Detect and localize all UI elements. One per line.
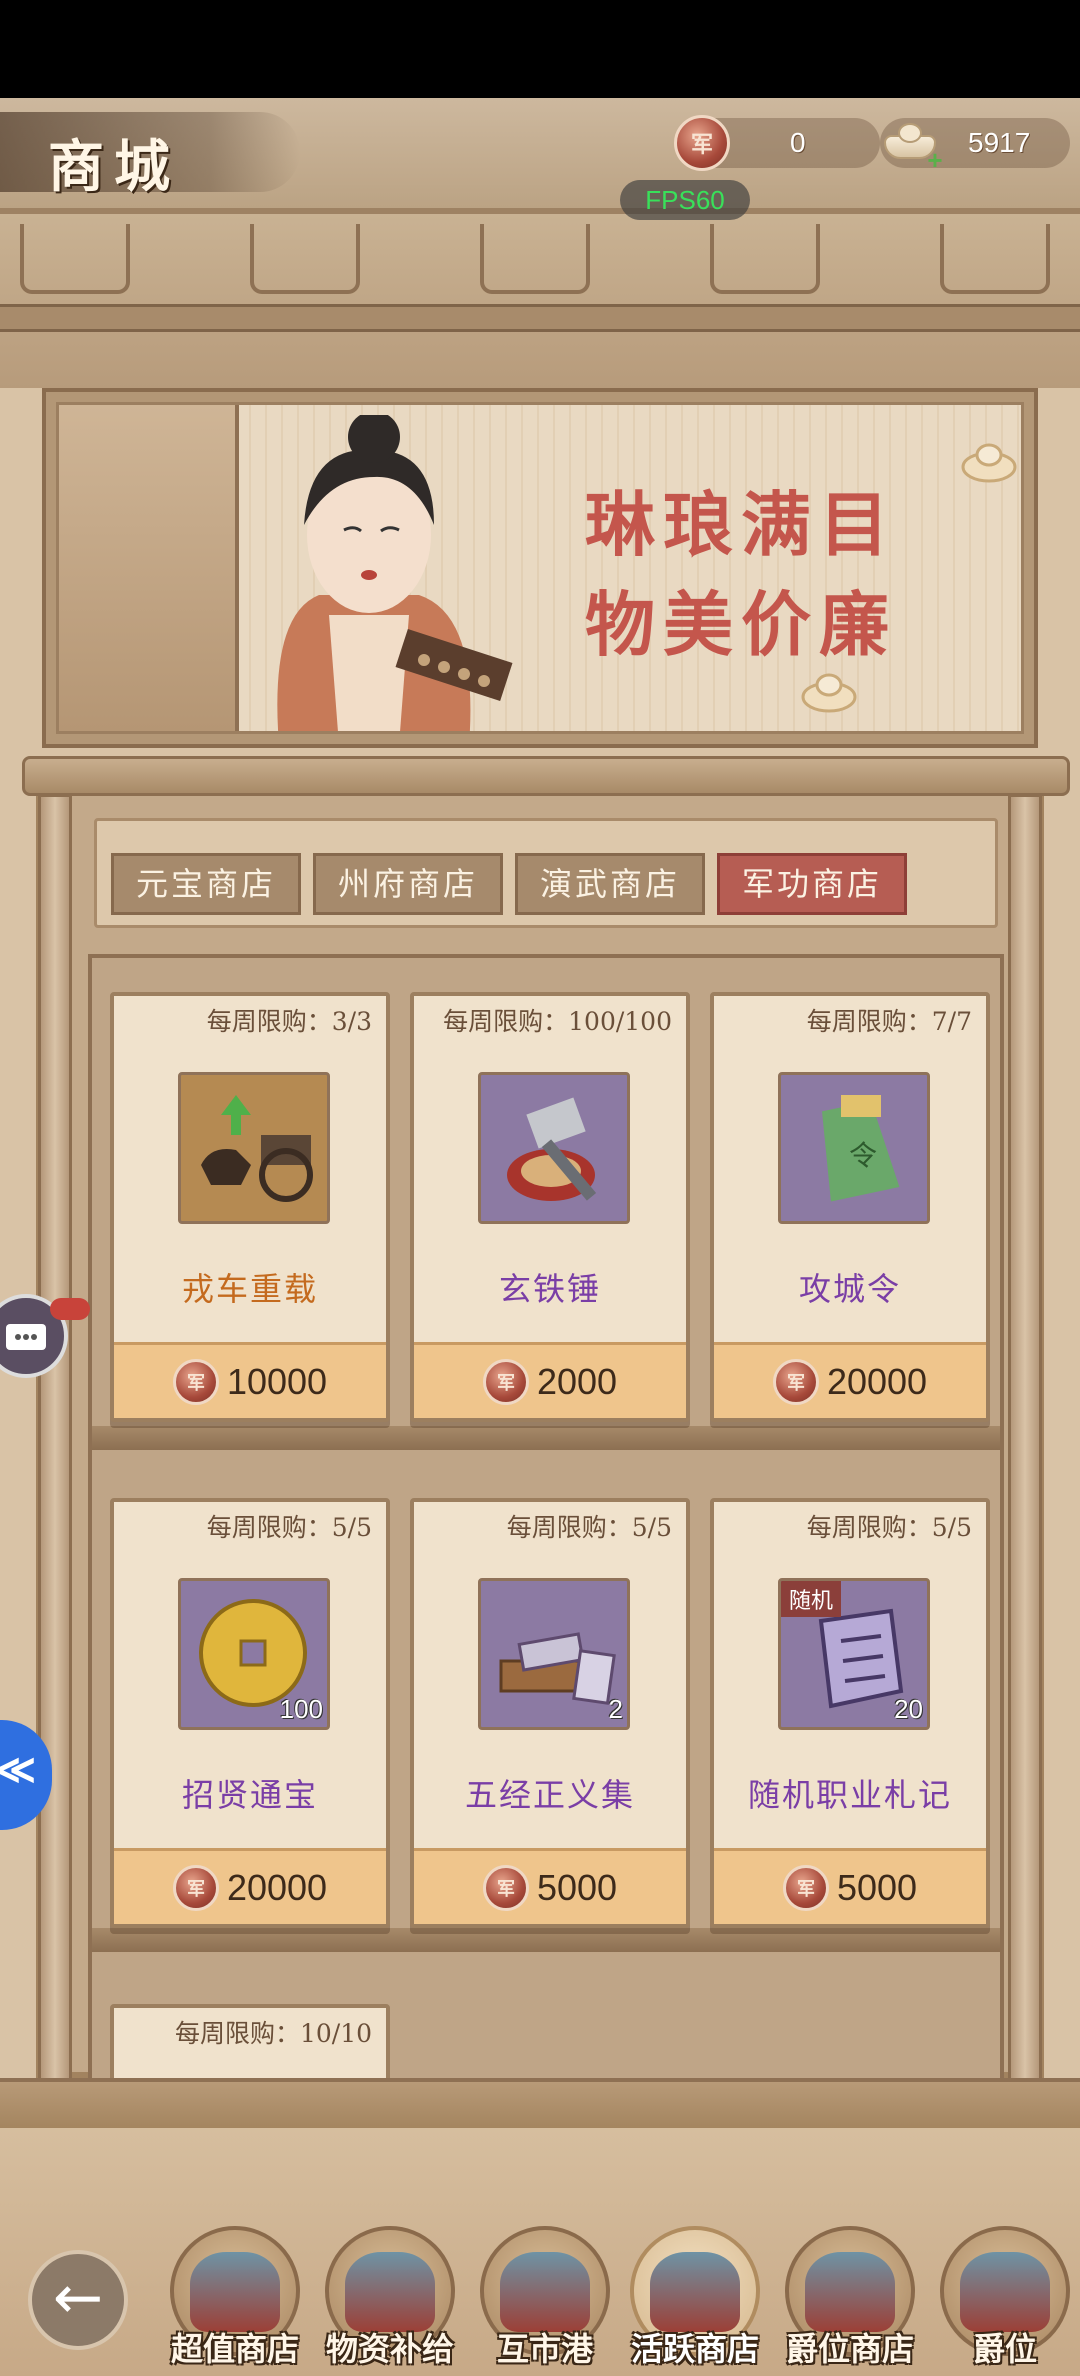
nav-supplies[interactable]: 物资补给 xyxy=(315,2226,465,2376)
weekly-limit: 每周限购：5/5 xyxy=(506,1513,672,1542)
shop-item-card[interactable]: 每周限购：10/10 xyxy=(110,2004,390,2080)
item-name: 招贤通宝 xyxy=(181,1776,318,1814)
nav-rank[interactable]: 爵位 xyxy=(930,2226,1080,2376)
item-name: 戎车重载 xyxy=(181,1270,318,1308)
title-plate: 商城 xyxy=(0,112,300,200)
random-tag: 随机 xyxy=(781,1581,842,1617)
item-quantity: 2 xyxy=(608,1694,623,1724)
item-price-button[interactable]: 军 2000 xyxy=(414,1342,686,1418)
weekly-limit: 每周限购：5/5 xyxy=(206,1513,372,1542)
item-quantity: 20 xyxy=(894,1694,923,1724)
tab-military-merit-shop[interactable]: 军功商店 xyxy=(717,853,907,915)
merit-currency[interactable]: 军 0 xyxy=(674,115,880,171)
item-quantity: 100 xyxy=(279,1694,323,1724)
header: 商城 军 0 + 5917 xyxy=(0,98,1080,208)
item-price: 20000 xyxy=(826,1360,928,1402)
nav-value-shop[interactable]: 超值商店 xyxy=(160,2226,310,2376)
shop-bag-icon xyxy=(650,2252,740,2332)
weekly-limit: 每周限购：5/5 xyxy=(806,1513,972,1542)
shop-item-card[interactable]: 每周限购：7/7 令 攻城令 军 20000 xyxy=(710,992,990,1422)
item-price-button[interactable]: 军 20000 xyxy=(714,1342,986,1418)
item-name: 攻城令 xyxy=(798,1270,901,1308)
svg-text:令: 令 xyxy=(849,1139,877,1172)
chariot-icon xyxy=(178,1072,330,1224)
shop-item-card[interactable]: 每周限购：5/5 100 招贤通宝 军 20000 xyxy=(110,1498,390,1928)
merit-coin-icon: 军 xyxy=(172,1864,219,1911)
merit-coin-icon: 军 xyxy=(772,1358,819,1405)
merchant-lady-illustration xyxy=(277,415,513,731)
merit-coin-icon: 军 xyxy=(782,1864,829,1911)
item-name: 随机职业札记 xyxy=(747,1776,952,1814)
back-button[interactable]: ← xyxy=(28,2250,128,2350)
item-grid[interactable]: 每周限购：3/3 戎车重载 军 10000 每周限购：100/100 玄铁锤 军… xyxy=(88,954,1004,2084)
shop-item-card[interactable]: 每周限购：100/100 玄铁锤 军 2000 xyxy=(410,992,690,1422)
ingot-decoration-icon xyxy=(801,673,857,713)
merit-coin-icon: 军 xyxy=(482,1864,529,1911)
siege-token-icon: 令 xyxy=(778,1072,930,1224)
status-bar xyxy=(0,0,1080,98)
item-price: 5000 xyxy=(536,1866,618,1908)
ingot-add-icon[interactable]: + xyxy=(880,121,943,173)
hammer-icon xyxy=(478,1072,630,1224)
ingot-currency[interactable]: + 5917 xyxy=(880,118,1070,173)
coin-icon: 100 xyxy=(178,1578,330,1730)
merit-currency-value: 0 xyxy=(790,127,806,158)
shop-item-card[interactable]: 每周限购：5/5 2 五经正义集 军 5000 xyxy=(410,1498,690,1928)
item-price-button[interactable]: 军 10000 xyxy=(114,1342,386,1418)
eave-decoration xyxy=(0,208,1080,388)
shop-bag-icon xyxy=(345,2252,435,2332)
banner-slogan-line2: 物美价廉 xyxy=(585,583,897,666)
ingot-decoration-icon xyxy=(961,443,1017,483)
books-icon: 2 xyxy=(478,1578,630,1730)
item-price: 2000 xyxy=(536,1360,618,1402)
chat-bubble-icon[interactable] xyxy=(0,1290,92,1382)
shop-banner: 琳琅满目 物美价廉 xyxy=(42,388,1038,748)
item-price-button[interactable]: 军 5000 xyxy=(714,1848,986,1924)
shop-bag-icon xyxy=(190,2252,280,2332)
weekly-limit: 每周限购：100/100 xyxy=(443,1007,672,1036)
shop-bag-icon xyxy=(960,2252,1050,2332)
shop-frame: 元宝商店 州府商店 演武商店 军功商店 每周限购：3/3 戎车重载 军 1000… xyxy=(22,756,1070,2084)
ingot-currency-value: 5917 xyxy=(968,127,1031,158)
banner-slogan: 琳琅满目 物美价廉 xyxy=(551,475,931,675)
banner-slogan-line1: 琳琅满目 xyxy=(585,483,897,566)
tab-yuanbao-shop[interactable]: 元宝商店 xyxy=(111,853,301,915)
tab-yanwu-shop[interactable]: 演武商店 xyxy=(515,853,705,915)
merit-coin-icon: 军 xyxy=(172,1358,219,1405)
nav-active-shop[interactable]: 活跃商店 xyxy=(620,2226,770,2376)
tab-zhoufu-shop[interactable]: 州府商店 xyxy=(313,853,503,915)
item-price: 5000 xyxy=(836,1866,918,1908)
item-price-button[interactable]: 军 20000 xyxy=(114,1848,386,1924)
shop-tabs: 元宝商店 州府商店 演武商店 军功商店 xyxy=(94,818,998,928)
weekly-limit: 每周限购：3/3 xyxy=(206,1007,372,1036)
shop-bag-icon xyxy=(500,2252,590,2332)
nav-rank-shop[interactable]: 爵位商店 xyxy=(775,2226,925,2376)
weekly-limit: 每周限购：10/10 xyxy=(174,2019,372,2048)
item-name: 玄铁锤 xyxy=(498,1270,601,1308)
fps-counter: FPS60 xyxy=(620,180,750,220)
shop-bag-icon xyxy=(805,2252,895,2332)
nav-market-port[interactable]: 互市港 xyxy=(470,2226,620,2376)
shop-item-card[interactable]: 每周限购：5/5 随机 20 随机职业札记 军 5000 xyxy=(710,1498,990,1928)
merit-coin-icon: 军 xyxy=(482,1358,529,1405)
item-name: 五经正义集 xyxy=(464,1776,635,1814)
merit-coin-icon: 军 xyxy=(674,115,730,171)
weekly-limit: 每周限购：7/7 xyxy=(806,1007,972,1036)
item-price: 20000 xyxy=(226,1866,328,1908)
item-price-button[interactable]: 军 5000 xyxy=(414,1848,686,1924)
scroll-icon: 随机 20 xyxy=(778,1578,930,1730)
page-title: 商城 xyxy=(48,134,180,200)
shop-item-card[interactable]: 每周限购：3/3 戎车重载 军 10000 xyxy=(110,992,390,1422)
item-price: 10000 xyxy=(226,1360,328,1402)
